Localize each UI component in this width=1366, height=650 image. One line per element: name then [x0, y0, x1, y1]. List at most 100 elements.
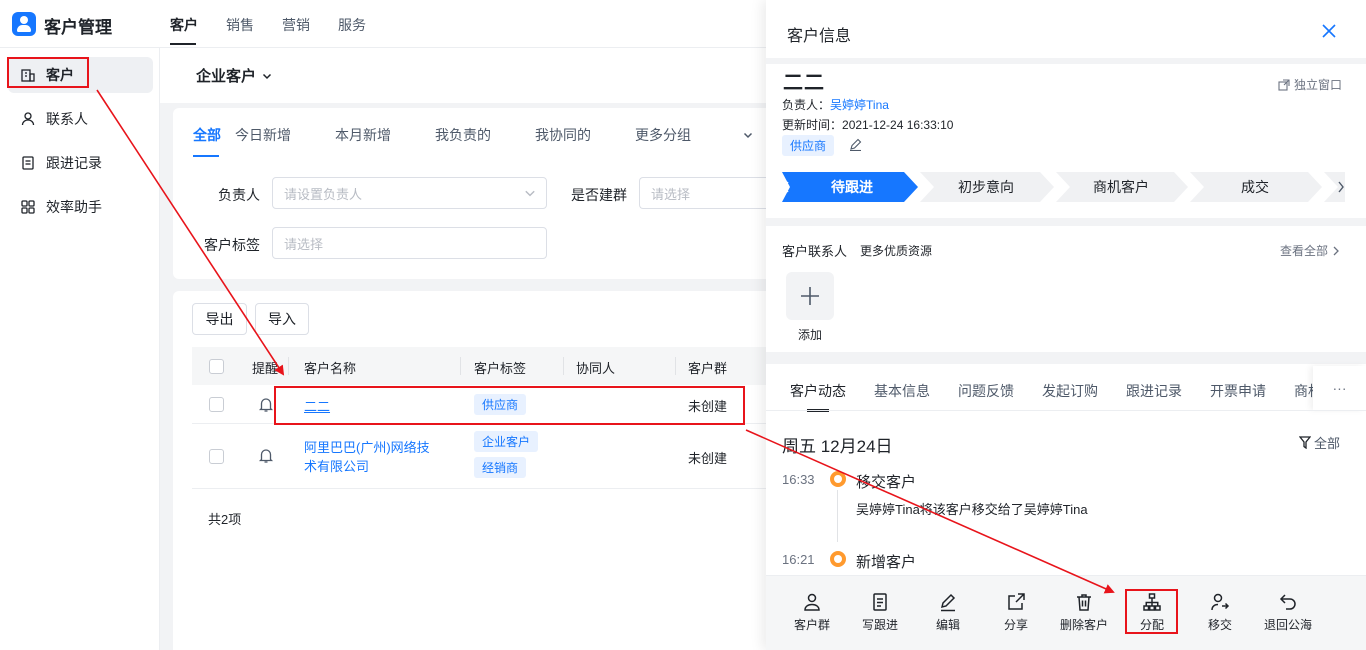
- person-transfer-icon: [1211, 593, 1230, 611]
- sidebar-item-label: 客户: [46, 67, 74, 83]
- column-divider: [675, 357, 676, 375]
- assign-button[interactable]: 分配: [1122, 592, 1182, 633]
- filter-card: 全部 今日新增 本月新增 我负责的 我协同的 更多分组 负责人 请设置负责人 是…: [173, 108, 773, 279]
- owner-link[interactable]: 吴婷婷Tina: [830, 98, 889, 112]
- tool-label: 客户群: [793, 618, 830, 632]
- sidebar-item-label: 联系人: [46, 111, 88, 127]
- customer-tag: 企业客户: [474, 431, 539, 452]
- activity-filter[interactable]: 全部: [1299, 433, 1340, 452]
- return-pool-button[interactable]: 退回公海: [1258, 592, 1318, 633]
- filter-tab-today[interactable]: 今日新增: [235, 125, 291, 157]
- tab-feedback[interactable]: 问题反馈: [958, 381, 1014, 412]
- import-button[interactable]: 导入: [255, 303, 309, 335]
- feed-title: 新增客户: [856, 554, 917, 571]
- bell-icon[interactable]: [258, 447, 274, 464]
- delete-customer-button[interactable]: 删除客户: [1054, 592, 1114, 633]
- owner-row: 负责人：吴婷婷Tina: [782, 96, 889, 113]
- share-button[interactable]: 分享: [986, 592, 1046, 633]
- sidebar-item-efficiency[interactable]: 效率助手: [8, 189, 153, 225]
- top-nav-sales[interactable]: 销售: [226, 15, 254, 45]
- undo-icon: [1279, 594, 1296, 610]
- standalone-window-button[interactable]: 独立窗口: [1278, 76, 1342, 93]
- tab-customer-activity[interactable]: 客户动态: [790, 381, 846, 412]
- top-bar: 客户管理 客户 销售 营销 服务: [0, 0, 766, 48]
- divider: [766, 58, 1366, 64]
- pencil-icon[interactable]: [849, 138, 862, 151]
- filter-tab-month[interactable]: 本月新增: [335, 125, 391, 157]
- filter-tab-all[interactable]: 全部: [193, 125, 221, 157]
- chevron-down-icon: [525, 190, 535, 197]
- table-row[interactable]: 二二 供应商 未创建: [192, 385, 773, 424]
- filter-tabs: 全部 今日新增 本月新增 我负责的 我协同的 更多分组: [193, 125, 753, 157]
- customer-name-link[interactable]: 二二: [304, 396, 330, 415]
- filter-tab-more[interactable]: 更多分组: [635, 125, 753, 157]
- tab-invoice[interactable]: 开票申请: [1210, 381, 1266, 412]
- tool-label: 分配: [1139, 618, 1164, 632]
- stage-opportunity[interactable]: 商机客户: [1062, 172, 1180, 202]
- header-remind: 提醒: [252, 361, 279, 376]
- more-resources-link[interactable]: 更多优质资源: [860, 242, 932, 259]
- owner-select[interactable]: 请设置负责人: [272, 177, 547, 209]
- filter-tab-collab[interactable]: 我协同的: [535, 125, 591, 157]
- updated-time: 2021-12-24 16:33:10: [842, 118, 954, 132]
- group-select[interactable]: 请选择: [639, 177, 773, 209]
- tag-select[interactable]: 请选择: [272, 227, 547, 259]
- top-nav-service[interactable]: 服务: [338, 15, 366, 45]
- customer-name-link[interactable]: 阿里巴巴(广州)网络技 术有限公司: [304, 438, 430, 476]
- row-checkbox[interactable]: [209, 449, 224, 464]
- stage-pending[interactable]: 待跟进: [792, 172, 912, 202]
- popout-icon: [1278, 78, 1290, 91]
- tab-followups[interactable]: 跟进记录: [1126, 381, 1182, 412]
- tag-placeholder: 请选择: [284, 236, 324, 252]
- timeline-line: [837, 490, 838, 542]
- person-icon: [20, 111, 36, 127]
- tool-label: 删除客户: [1059, 618, 1108, 632]
- customer-tag: 供应商: [474, 394, 527, 415]
- customer-tag: 供应商: [782, 135, 835, 156]
- sidebar-item-contacts[interactable]: 联系人: [8, 101, 153, 137]
- view-all-label: 查看全部: [1280, 244, 1329, 258]
- table-row[interactable]: 阿里巴巴(广州)网络技 术有限公司 企业客户 经销商 未创建: [192, 424, 773, 489]
- sidebar-item-customer[interactable]: 客户: [8, 57, 153, 93]
- divider: [766, 352, 1366, 364]
- activity-dot-icon: [830, 471, 846, 487]
- write-followup-button[interactable]: 写跟进: [850, 592, 910, 633]
- sidebar-item-followups[interactable]: 跟进记录: [8, 145, 153, 181]
- top-nav-marketing[interactable]: 营销: [282, 15, 310, 45]
- feed-time: 16:33: [782, 472, 815, 487]
- transfer-button[interactable]: 移交: [1190, 592, 1250, 633]
- more-tabs-button[interactable]: ···: [1313, 366, 1366, 410]
- customer-group-button[interactable]: 客户群: [782, 592, 842, 633]
- owner-placeholder: 请设置负责人: [284, 186, 363, 202]
- add-contact-button[interactable]: [786, 272, 834, 320]
- bell-icon[interactable]: [258, 396, 274, 413]
- company-type-select[interactable]: 企业客户: [196, 65, 272, 86]
- group-label: 是否建群: [571, 187, 627, 203]
- row-checkbox[interactable]: [209, 397, 224, 412]
- tag-label: 客户标签: [204, 237, 260, 253]
- tool-label: 移交: [1207, 618, 1232, 632]
- group-status: 未创建: [688, 399, 728, 414]
- tab-order[interactable]: 发起订购: [1042, 381, 1098, 412]
- stage-deal[interactable]: 成交: [1196, 172, 1314, 202]
- header-name: 客户名称: [304, 361, 357, 376]
- activity-dot-icon: [830, 551, 846, 567]
- group-placeholder: 请选择: [651, 186, 691, 202]
- top-nav-customer[interactable]: 客户: [170, 15, 198, 45]
- tool-label: 写跟进: [861, 618, 898, 632]
- tab-basic-info[interactable]: 基本信息: [874, 381, 930, 412]
- filter-tab-more-label: 更多分组: [635, 127, 691, 143]
- filter-tab-mine[interactable]: 我负责的: [435, 125, 491, 157]
- owner-label: 负责人：: [782, 98, 831, 112]
- close-icon[interactable]: [1320, 22, 1338, 40]
- stage-initial-intent[interactable]: 初步意向: [926, 172, 1046, 202]
- filter-all-label: 全部: [1314, 436, 1341, 451]
- view-all-contacts[interactable]: 查看全部: [1280, 242, 1340, 259]
- edit-button[interactable]: 编辑: [918, 592, 978, 633]
- select-all-checkbox[interactable]: [209, 359, 224, 374]
- tab-opportunity[interactable]: 商机: [1294, 381, 1314, 412]
- pencil-icon: [940, 593, 956, 612]
- company-bar: 企业客户: [160, 48, 766, 103]
- export-button[interactable]: 导出: [192, 303, 247, 335]
- feed-time: 16:21: [782, 552, 815, 567]
